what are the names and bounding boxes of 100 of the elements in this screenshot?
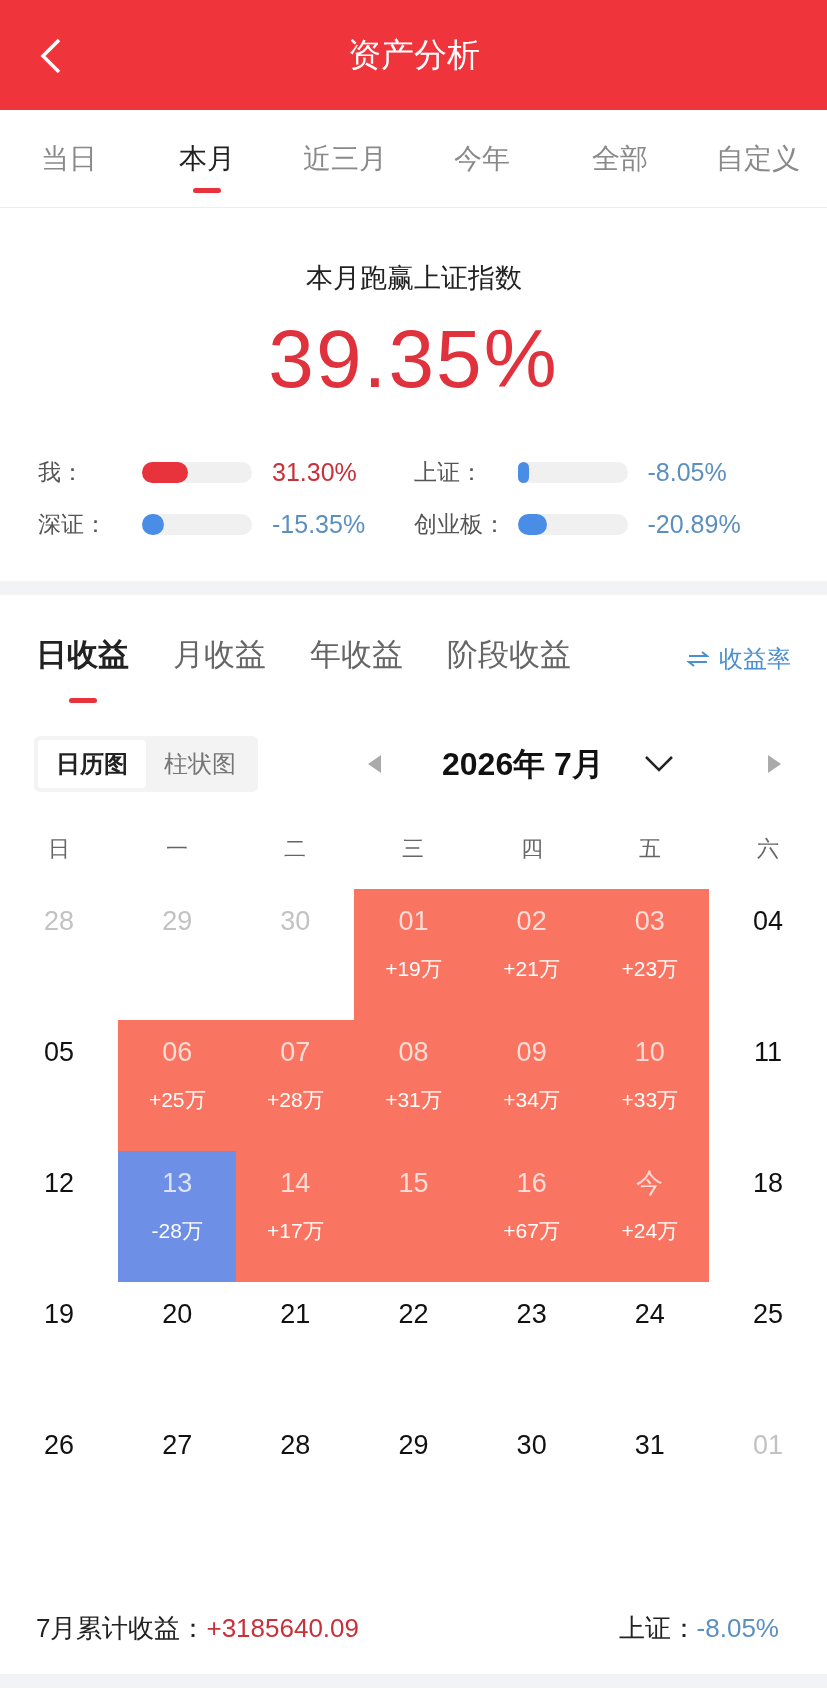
calendar-day[interactable]: 01 +19万 bbox=[354, 888, 473, 1020]
comparison-label: 创业板： bbox=[413, 510, 507, 540]
calendar-day[interactable]: 08 +31万 bbox=[354, 1019, 473, 1151]
calendar-day[interactable]: 10 +33万 bbox=[590, 1019, 709, 1151]
outperform-percent: 39.35% bbox=[267, 311, 560, 406]
period-tab[interactable]: 近三月 bbox=[275, 110, 414, 207]
day-income: +28万 bbox=[267, 1086, 324, 1113]
day-number: 03 bbox=[634, 904, 665, 938]
comparison-label: 我： bbox=[38, 458, 85, 488]
income-tab[interactable]: 阶段收益 bbox=[447, 634, 571, 705]
day-number: 27 bbox=[162, 1428, 193, 1462]
day-number: 19 bbox=[44, 1297, 75, 1331]
day-number: 22 bbox=[398, 1297, 429, 1331]
comparison-value: 31.30% bbox=[272, 456, 357, 488]
month-label: 2026年 7月 bbox=[442, 744, 604, 784]
calendar-day[interactable]: 07 +28万 bbox=[236, 1019, 355, 1151]
day-number: 29 bbox=[398, 1428, 429, 1462]
day-number: 31 bbox=[634, 1428, 665, 1462]
day-number: 09 bbox=[516, 1035, 547, 1069]
previous-month-icon[interactable] bbox=[368, 754, 382, 773]
calendar-day[interactable]: 09 +34万 bbox=[472, 1019, 591, 1151]
weekday-label: 日 bbox=[47, 835, 72, 863]
day-number: 10 bbox=[634, 1035, 665, 1069]
total-income-value: +3185640.09 bbox=[206, 1612, 359, 1645]
weekday-label: 六 bbox=[755, 835, 780, 863]
period-tab[interactable]: 自定义 bbox=[689, 110, 827, 207]
weekday-label: 四 bbox=[519, 835, 544, 863]
day-number: 26 bbox=[44, 1428, 75, 1462]
day-number: 14 bbox=[280, 1166, 311, 1200]
weekday-label: 一 bbox=[165, 835, 190, 863]
day-number: 28 bbox=[44, 904, 75, 938]
view-toggle-option[interactable]: 柱状图 bbox=[146, 739, 254, 788]
calendar-day[interactable]: 今 +24万 bbox=[590, 1150, 709, 1282]
day-number: 01 bbox=[398, 904, 429, 938]
comparison-label: 深证： bbox=[38, 510, 108, 540]
income-tab[interactable]: 年收益 bbox=[310, 634, 403, 705]
comparison-label: 上证： bbox=[413, 458, 484, 488]
comparison-value: -15.35% bbox=[272, 508, 366, 540]
yield-rate-link[interactable]: 收益率 bbox=[687, 640, 791, 677]
calendar-day[interactable]: 13 -28万 bbox=[118, 1150, 237, 1282]
period-tab[interactable]: 今年 bbox=[413, 110, 552, 207]
weekday-label: 五 bbox=[637, 835, 662, 863]
swap-icon bbox=[687, 650, 709, 667]
day-income: +24万 bbox=[621, 1217, 679, 1244]
chevron-down-icon[interactable] bbox=[643, 754, 674, 773]
day-number: 18 bbox=[752, 1166, 783, 1200]
calendar-day[interactable]: 03 +23万 bbox=[590, 888, 709, 1020]
day-income: +67万 bbox=[503, 1217, 560, 1244]
day-income: +19万 bbox=[385, 955, 442, 982]
income-tab[interactable]: 月收益 bbox=[173, 634, 266, 705]
day-income: +25万 bbox=[148, 1086, 206, 1113]
weekday-label: 三 bbox=[401, 835, 426, 863]
day-number: 30 bbox=[516, 1428, 547, 1462]
day-number: 23 bbox=[516, 1297, 547, 1331]
comparison-value: -20.89% bbox=[647, 508, 741, 540]
day-number: 30 bbox=[280, 904, 311, 938]
index-value: -8.05% bbox=[696, 1612, 779, 1645]
next-month-icon[interactable] bbox=[767, 754, 781, 773]
day-number: 15 bbox=[398, 1166, 429, 1200]
view-toggle-option[interactable]: 日历图 bbox=[38, 739, 146, 788]
day-number: 11 bbox=[753, 1035, 782, 1069]
day-number: 04 bbox=[752, 904, 783, 938]
weekday-label: 二 bbox=[283, 835, 308, 863]
day-income: +34万 bbox=[503, 1086, 560, 1113]
calendar-day[interactable]: 06 +25万 bbox=[118, 1019, 237, 1151]
day-number: 08 bbox=[398, 1035, 429, 1069]
back-icon[interactable] bbox=[38, 37, 62, 75]
day-income: +31万 bbox=[385, 1086, 442, 1113]
day-number: 01 bbox=[752, 1428, 783, 1462]
calendar-day[interactable]: 15 bbox=[354, 1150, 473, 1282]
index-label: 上证： bbox=[618, 1612, 697, 1645]
day-number: 25 bbox=[752, 1297, 783, 1331]
day-income: +17万 bbox=[267, 1217, 324, 1244]
day-number: 16 bbox=[516, 1166, 547, 1200]
day-number: 29 bbox=[162, 904, 193, 938]
day-number: 今 bbox=[636, 1166, 664, 1200]
period-tab[interactable]: 本月 bbox=[137, 110, 276, 207]
day-income: +33万 bbox=[621, 1086, 679, 1113]
calendar-day[interactable]: 16 +67万 bbox=[472, 1150, 591, 1282]
day-income: -28万 bbox=[151, 1217, 203, 1244]
total-income-label: 7月累计收益： bbox=[36, 1612, 207, 1645]
day-number: 05 bbox=[44, 1035, 75, 1069]
day-number: 12 bbox=[44, 1166, 75, 1200]
day-number: 20 bbox=[162, 1297, 193, 1331]
day-number: 24 bbox=[634, 1297, 665, 1331]
day-number: 06 bbox=[162, 1035, 193, 1069]
day-number: 13 bbox=[162, 1166, 193, 1200]
comparison-value: -8.05% bbox=[647, 456, 727, 488]
day-number: 21 bbox=[280, 1297, 311, 1331]
page-title: 资产分析 bbox=[347, 35, 480, 76]
day-income: +23万 bbox=[621, 955, 679, 982]
calendar-day[interactable]: 14 +17万 bbox=[236, 1150, 355, 1282]
period-tab[interactable]: 全部 bbox=[551, 110, 690, 207]
income-tab[interactable]: 日收益 bbox=[36, 634, 129, 705]
calendar-day[interactable]: 02 +21万 bbox=[472, 888, 591, 1020]
day-number: 28 bbox=[280, 1428, 311, 1462]
summary-title: 本月跑赢上证指数 bbox=[304, 262, 523, 295]
day-number: 07 bbox=[280, 1035, 311, 1069]
day-income: +21万 bbox=[503, 955, 560, 982]
period-tab[interactable]: 当日 bbox=[0, 110, 138, 207]
